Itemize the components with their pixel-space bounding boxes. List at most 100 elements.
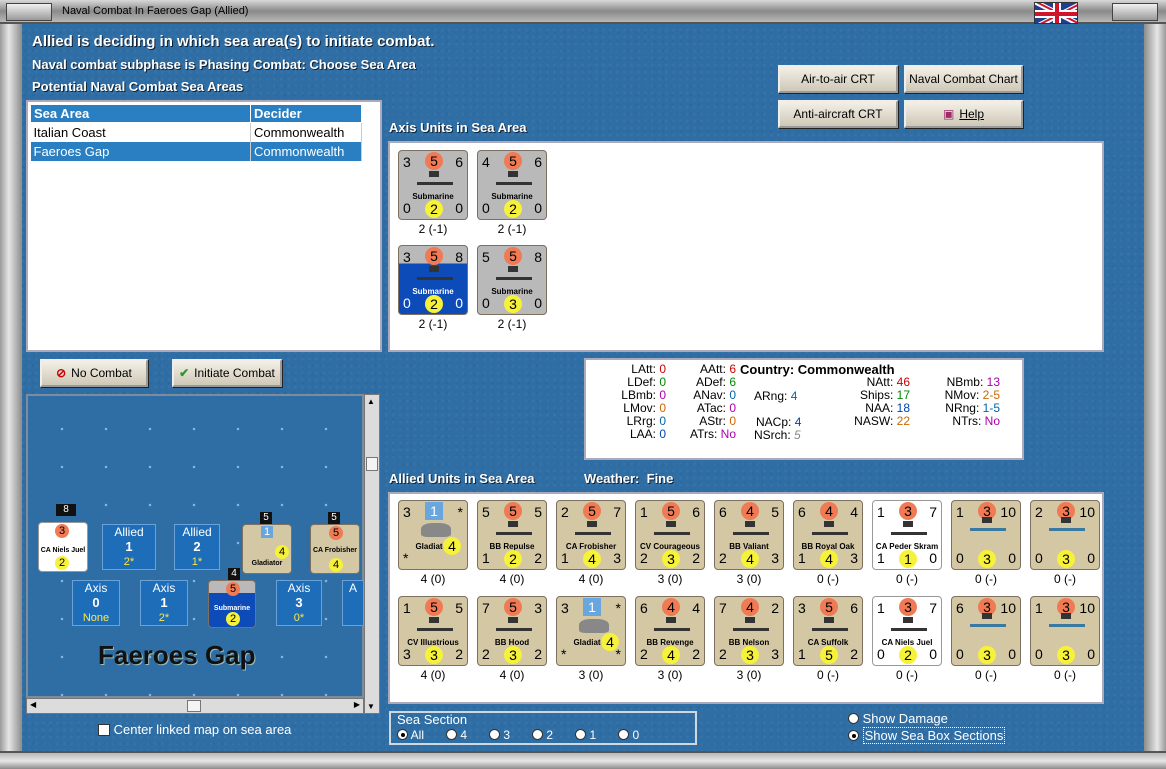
- axis-box-1[interactable]: Axis 1 2*: [140, 580, 188, 626]
- sea-section-option-0[interactable]: 0: [618, 728, 639, 742]
- allied-units-panel: 3 1 * Gladiator * 4 4 (0) 5 5 5 BB Repulse 1 2 2 4 (0)…: [388, 492, 1104, 704]
- stat-value: 13: [986, 375, 1000, 389]
- axis-box-partial[interactable]: A: [342, 580, 364, 626]
- radio-icon[interactable]: [848, 713, 859, 724]
- radio-icon[interactable]: [575, 729, 587, 740]
- counter-value: 0: [482, 295, 490, 311]
- allied-unit-counter[interactable]: 2 3 10 0 3 0: [1030, 500, 1100, 570]
- allied-unit-counter[interactable]: 1 3 7 CA Niels Juel 0 2 0: [872, 596, 942, 666]
- unit-counter[interactable]: 5 5 8 Submarine 0 3 0: [477, 245, 547, 315]
- counter-value: 0: [403, 295, 411, 311]
- map-counter-bottom: 4: [275, 545, 289, 559]
- window-menu-button[interactable]: [6, 3, 52, 21]
- stack-count-badge: 5: [260, 512, 272, 524]
- allied-box-2[interactable]: Allied 2 1*: [174, 524, 220, 570]
- radio-icon[interactable]: [848, 730, 859, 741]
- anti-aircraft-crt-button[interactable]: Anti-aircraft CRT: [778, 100, 898, 128]
- unit-counter[interactable]: 4 5 6 Submarine 0 2 0: [477, 150, 547, 220]
- map-counter-gladiator[interactable]: 1 Gladiator 4: [242, 524, 292, 574]
- stat-key: NMov:: [944, 388, 980, 402]
- radio-icon[interactable]: [446, 729, 458, 740]
- unit-counter-selected[interactable]: 3 5 8 Submarine 0 2 0: [398, 245, 468, 315]
- radio-icon[interactable]: [532, 729, 544, 740]
- map-counter-bottom: 4: [329, 558, 343, 572]
- allied-unit-counter[interactable]: 6 4 4 BB Revenge 2 4 2: [635, 596, 705, 666]
- scroll-down-arrow-icon[interactable]: ▼: [367, 702, 375, 711]
- weather-readout: Weather: Fine: [584, 471, 673, 486]
- stat-value: 0: [729, 401, 736, 415]
- allied-unit-counter[interactable]: 3 1 * Gladiator * 4: [398, 500, 468, 570]
- map-vertical-scrollbar[interactable]: ▲ ▼: [364, 394, 380, 714]
- allied-unit-counter[interactable]: 3 5 6 CA Suffolk 1 5 2: [793, 596, 863, 666]
- counter-value: 4: [820, 502, 838, 520]
- allied-box-1[interactable]: Allied 1 2*: [102, 524, 156, 570]
- unit-counter[interactable]: 3 5 6 Submarine 0 2 0: [398, 150, 468, 220]
- window-corner-button[interactable]: [1112, 3, 1158, 21]
- scroll-up-arrow-icon[interactable]: ▲: [367, 397, 375, 406]
- option-label: 2: [546, 728, 554, 742]
- frame-left: [0, 24, 22, 769]
- counter-value: 1: [1035, 600, 1043, 616]
- scroll-thumb[interactable]: [187, 700, 201, 712]
- center-map-checkbox[interactable]: [98, 724, 110, 736]
- initiate-combat-button[interactable]: ✔ Initiate Combat: [172, 359, 282, 387]
- scroll-left-arrow-icon[interactable]: ◀: [30, 700, 36, 709]
- allied-unit-counter[interactable]: 5 5 5 BB Repulse 1 2 2: [477, 500, 547, 570]
- counter-value: 0: [929, 550, 937, 566]
- allied-unit-counter[interactable]: 1 3 10 0 3 0: [1030, 596, 1100, 666]
- allied-unit-counter[interactable]: 1 3 10 0 3 0: [951, 500, 1021, 570]
- counter-value: 7: [719, 600, 727, 616]
- allied-unit-counter[interactable]: 1 5 5 CV Illustrious 3 3 2: [398, 596, 468, 666]
- stat-value: 0: [729, 388, 736, 402]
- col-header-sea-area[interactable]: Sea Area: [30, 104, 251, 123]
- unit-label: 0 (-): [1054, 572, 1076, 586]
- show-sea-box-option[interactable]: Show Sea Box Sections: [848, 727, 1006, 744]
- allied-unit-counter[interactable]: 6 4 4 BB Royal Oak 1 4 3: [793, 500, 863, 570]
- sea-section-option-4[interactable]: 4: [446, 728, 467, 742]
- allied-unit-counter[interactable]: 7 4 2 BB Nelson 2 3 3: [714, 596, 784, 666]
- radio-icon[interactable]: [618, 729, 630, 740]
- allied-unit-counter[interactable]: 7 5 3 BB Hood 2 3 2: [477, 596, 547, 666]
- map-horizontal-scrollbar[interactable]: ◀ ▶: [26, 698, 364, 714]
- table-row[interactable]: Italian Coast Commonwealth: [30, 122, 362, 142]
- stat-value: 0: [659, 375, 666, 389]
- counter-value: 5: [482, 249, 490, 265]
- allied-unit-counter[interactable]: 1 3 7 CA Peder Skram 1 1 0: [872, 500, 942, 570]
- naval-combat-chart-button[interactable]: Naval Combat Chart: [904, 65, 1023, 93]
- sea-area-map[interactable]: 8 3 CA Niels Juel 2 Allied 1 2* Allied 2 1* 5 …: [26, 394, 364, 698]
- center-map-checkbox-row[interactable]: Center linked map on sea area: [98, 722, 291, 737]
- stat-value: 6: [729, 375, 736, 389]
- show-damage-option[interactable]: Show Damage: [848, 711, 948, 726]
- scroll-thumb[interactable]: [366, 457, 378, 471]
- help-button[interactable]: ▣ Help: [904, 100, 1023, 128]
- col-header-decider[interactable]: Decider: [250, 104, 362, 123]
- air-to-air-crt-button[interactable]: Air-to-air CRT: [778, 65, 898, 93]
- allied-unit-counter[interactable]: 6 4 5 BB Valiant 2 4 3: [714, 500, 784, 570]
- table-row-selected[interactable]: Faeroes Gap Commonwealth: [30, 142, 362, 161]
- scroll-right-arrow-icon[interactable]: ▶: [354, 700, 360, 709]
- stat-key: NAA:: [865, 401, 894, 415]
- counter-value: 5: [425, 598, 443, 616]
- fighter-plane-icon: [421, 523, 451, 537]
- allied-unit-counter[interactable]: 3 1 * Gladiator * 4 *: [556, 596, 626, 666]
- allied-unit-counter[interactable]: 2 5 7 CA Frobisher 1 4 3: [556, 500, 626, 570]
- allied-unit-counter[interactable]: 1 5 6 CV Courageous 2 3 2: [635, 500, 705, 570]
- radio-icon[interactable]: [397, 729, 408, 740]
- counter-value: 5: [820, 598, 838, 616]
- counter-value: *: [457, 504, 463, 520]
- sea-section-option-3[interactable]: 3: [489, 728, 510, 742]
- radio-icon[interactable]: [489, 729, 501, 740]
- map-counter-frobisher[interactable]: 5 CA Frobisher 4: [310, 524, 360, 574]
- map-counter-niels-juel[interactable]: 3 CA Niels Juel 2: [38, 522, 88, 572]
- unit-label: 0 (-): [1054, 668, 1076, 682]
- allied-unit-counter[interactable]: 6 3 10 0 3 0: [951, 596, 1021, 666]
- axis-box-3[interactable]: Axis 3 0*: [276, 580, 322, 626]
- map-counter-submarine[interactable]: 5 Submarine 2: [208, 580, 256, 628]
- sea-section-option-1[interactable]: 1: [575, 728, 596, 742]
- axis-box-0[interactable]: Axis 0 None: [72, 580, 120, 626]
- sea-section-option-all[interactable]: All: [397, 728, 424, 742]
- status-line-1: Allied is deciding in which sea area(s) …: [32, 33, 435, 50]
- no-combat-button[interactable]: ⊘ No Combat: [40, 359, 148, 387]
- sea-section-option-2[interactable]: 2: [532, 728, 553, 742]
- map-box-label: Axis: [287, 581, 311, 595]
